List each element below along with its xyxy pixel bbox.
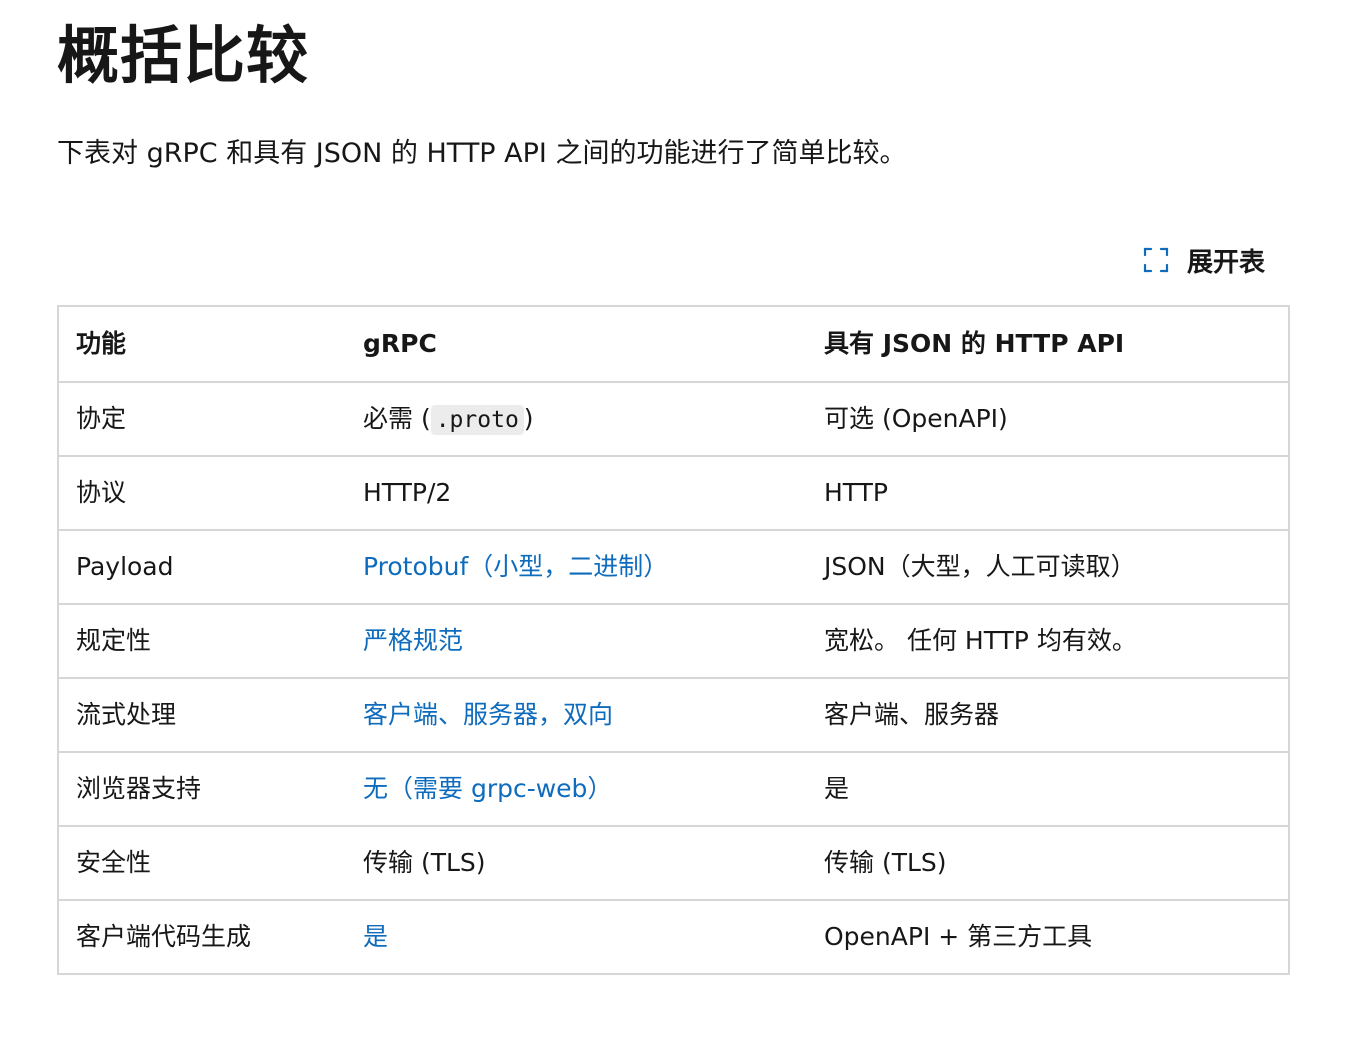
feature-cell: Payload — [58, 529, 346, 604]
grpc-strict-spec-link[interactable]: 严格规范 — [363, 626, 463, 655]
comparison-table: 功能 gRPC 具有 JSON 的 HTTP API 协定 必需 (.proto… — [57, 305, 1290, 975]
grpc-cell: 必需 (.proto) — [346, 381, 807, 456]
table-row: 客户端代码生成 是 OpenAPI + 第三方工具 — [58, 899, 1289, 974]
grpc-cell-prefix: 必需 ( — [363, 403, 431, 433]
grpc-cell: 无（需要 grpc-web） — [346, 751, 807, 826]
table-row: 协议 HTTP/2 HTTP — [58, 455, 1289, 530]
table-row: 安全性 传输 (TLS) 传输 (TLS) — [58, 825, 1289, 900]
http-cell: HTTP — [807, 455, 1289, 530]
table-row: 协定 必需 (.proto) 可选 (OpenAPI) — [58, 381, 1289, 456]
http-cell: 传输 (TLS) — [807, 825, 1289, 900]
http-cell: 宽松。 任何 HTTP 均有效。 — [807, 603, 1289, 678]
table-header-row: 功能 gRPC 具有 JSON 的 HTTP API — [58, 305, 1289, 382]
feature-cell: 协定 — [58, 381, 346, 456]
http-cell: OpenAPI + 第三方工具 — [807, 899, 1289, 974]
http-cell: 是 — [807, 751, 1289, 826]
table-row: 浏览器支持 无（需要 grpc-web） 是 — [58, 751, 1289, 826]
expand-icon — [1143, 247, 1169, 273]
grpc-cell: 严格规范 — [346, 603, 807, 678]
grpc-codegen-link[interactable]: 是 — [363, 922, 388, 951]
header-grpc: gRPC — [346, 305, 807, 382]
expand-table-button[interactable]: 展开表 — [1143, 238, 1265, 282]
feature-cell: 安全性 — [58, 825, 346, 900]
grpc-cell: 是 — [346, 899, 807, 974]
feature-cell: 客户端代码生成 — [58, 899, 346, 974]
grpc-browser-support-link[interactable]: 无（需要 grpc-web） — [363, 774, 612, 803]
inline-code: .proto — [430, 404, 524, 435]
grpc-cell: 客户端、服务器，双向 — [346, 677, 807, 752]
http-cell: 可选 (OpenAPI) — [807, 381, 1289, 456]
feature-cell: 规定性 — [58, 603, 346, 678]
http-cell: JSON（大型，人工可读取） — [807, 529, 1289, 604]
feature-cell: 浏览器支持 — [58, 751, 346, 826]
table-row: 流式处理 客户端、服务器，双向 客户端、服务器 — [58, 677, 1289, 752]
page-title: 概括比较 — [57, 19, 310, 92]
feature-cell: 流式处理 — [58, 677, 346, 752]
table-row: Payload Protobuf（小型，二进制） JSON（大型，人工可读取） — [58, 529, 1289, 604]
feature-cell: 协议 — [58, 455, 346, 530]
table-toolbar: 展开表 — [57, 238, 1287, 282]
expand-table-label: 展开表 — [1186, 247, 1265, 278]
article-section: 概括比较 下表对 gRPC 和具有 JSON 的 HTTP API 之间的功能进… — [57, 0, 1290, 975]
grpc-cell: Protobuf（小型，二进制） — [346, 529, 807, 604]
grpc-streaming-link[interactable]: 客户端、服务器，双向 — [363, 700, 613, 729]
intro-paragraph: 下表对 gRPC 和具有 JSON 的 HTTP API 之间的功能进行了简单比… — [57, 138, 907, 169]
grpc-payload-link[interactable]: Protobuf（小型，二进制） — [363, 552, 668, 581]
grpc-cell: 传输 (TLS) — [346, 825, 807, 900]
grpc-cell: HTTP/2 — [346, 455, 807, 530]
table-row: 规定性 严格规范 宽松。 任何 HTTP 均有效。 — [58, 603, 1289, 678]
grpc-cell-suffix: ) — [523, 403, 534, 433]
header-http-api: 具有 JSON 的 HTTP API — [807, 305, 1289, 382]
http-cell: 客户端、服务器 — [807, 677, 1289, 752]
header-feature: 功能 — [58, 305, 346, 382]
